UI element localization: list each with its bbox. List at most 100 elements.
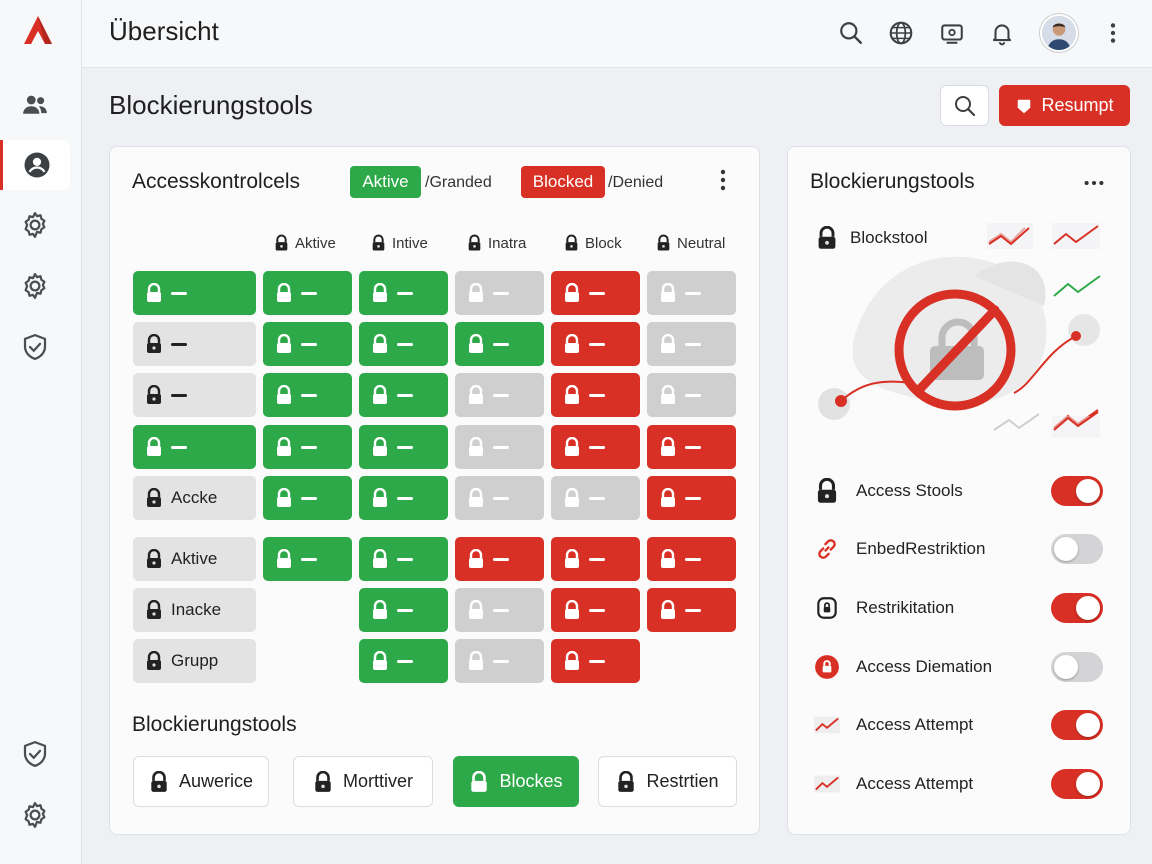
access-cell[interactable] [455, 425, 544, 469]
access-cell[interactable] [359, 271, 448, 315]
tool-setting-toggle[interactable] [1051, 710, 1103, 740]
access-cell[interactable] [359, 639, 448, 683]
tool-setting-toggle[interactable] [1051, 534, 1103, 564]
access-cell[interactable] [455, 537, 544, 581]
access-cell[interactable] [263, 373, 352, 417]
access-cell[interactable] [551, 373, 640, 417]
lock-icon [563, 549, 581, 569]
access-cell[interactable] [647, 476, 736, 520]
app-logo-icon[interactable] [22, 14, 54, 48]
table-row-label-cell[interactable]: Grupp [133, 639, 256, 683]
resume-button[interactable]: Resumpt [999, 85, 1130, 126]
avatar[interactable] [1040, 14, 1078, 52]
lock-icon [371, 234, 386, 252]
dash-mark [397, 659, 413, 663]
lock-icon [656, 234, 671, 252]
table-row-label-cell[interactable] [133, 322, 256, 366]
access-cell[interactable] [263, 322, 352, 366]
tool-setting-row: Access Attempt [814, 766, 973, 802]
column-header-label: Inatra [488, 234, 527, 252]
access-cell[interactable] [551, 537, 640, 581]
dash-mark [589, 557, 605, 561]
table-row-label-cell[interactable] [133, 373, 256, 417]
header-more-button[interactable] [1096, 16, 1130, 50]
access-cell[interactable] [551, 322, 640, 366]
access-cell[interactable] [455, 639, 544, 683]
access-card-menu-button[interactable] [718, 167, 728, 199]
access-cell[interactable] [263, 537, 352, 581]
dash-mark [685, 393, 701, 397]
access-cell[interactable] [359, 322, 448, 366]
access-cell[interactable] [359, 537, 448, 581]
sidebar-item-security[interactable] [0, 322, 70, 372]
access-cell[interactable] [359, 476, 448, 520]
tool-setting-toggle[interactable] [1051, 593, 1103, 623]
dash-mark [301, 291, 317, 295]
tool-setting-toggle[interactable] [1051, 652, 1103, 682]
access-cell[interactable] [455, 476, 544, 520]
sidebar-item-profile[interactable] [0, 140, 70, 190]
lock-icon [659, 600, 677, 620]
header-notifications-button[interactable] [985, 16, 1019, 50]
table-row-label-cell[interactable]: Accke [133, 476, 256, 520]
access-cell[interactable] [359, 425, 448, 469]
dash-mark [685, 496, 701, 500]
access-cell[interactable] [263, 425, 352, 469]
link-icon [818, 539, 836, 559]
tool-filter-button[interactable]: Auwerice [133, 756, 269, 807]
row-label: Inacke [171, 600, 222, 619]
more-vertical-icon [720, 169, 726, 191]
tool-setting-row: Access Stools [814, 473, 963, 509]
header-screen-button[interactable] [935, 16, 969, 50]
tool-filter-button[interactable]: Blockes [453, 756, 579, 807]
lock-icon [145, 651, 163, 671]
lock-icon [371, 283, 389, 303]
tool-filter-button[interactable]: Restrtien [598, 756, 737, 807]
access-cell[interactable] [455, 588, 544, 632]
access-cell[interactable] [647, 271, 736, 315]
tool-setting-toggle[interactable] [1051, 769, 1103, 799]
toggle-knob [1054, 655, 1078, 679]
access-cell[interactable] [359, 588, 448, 632]
header-search-button[interactable] [834, 16, 868, 50]
shield-check-icon [20, 332, 50, 362]
toggle-knob [1076, 772, 1100, 796]
row-label: Accke [171, 488, 218, 507]
tool-setting-toggle[interactable] [1051, 476, 1103, 506]
access-cell[interactable] [455, 271, 544, 315]
access-cell[interactable] [647, 537, 736, 581]
access-cell[interactable] [647, 322, 736, 366]
access-cell[interactable] [263, 271, 352, 315]
sidebar-item-preferences[interactable] [0, 790, 70, 840]
tools-card-menu-button[interactable] [1082, 168, 1106, 194]
sidebar-item-settings-2[interactable] [0, 261, 70, 311]
table-row-label-cell[interactable]: Inacke [133, 588, 256, 632]
access-cell[interactable] [647, 373, 736, 417]
lock-icon [659, 385, 677, 405]
table-row-label-cell[interactable]: Aktive [133, 537, 256, 581]
sidebar-item-users[interactable] [0, 80, 70, 130]
access-cell[interactable] [647, 588, 736, 632]
sidebar-item-settings[interactable] [0, 200, 70, 250]
access-cell[interactable] [551, 425, 640, 469]
table-row-label-cell[interactable] [133, 271, 256, 315]
header-language-button[interactable] [884, 16, 918, 50]
tool-filter-button[interactable]: Morttiver [293, 756, 433, 807]
settings-icon [20, 210, 50, 240]
access-cell[interactable] [359, 373, 448, 417]
lock-icon [371, 600, 389, 620]
lock-icon [371, 488, 389, 508]
sidebar-item-security-2[interactable] [0, 729, 70, 779]
access-cell[interactable] [551, 639, 640, 683]
access-cell[interactable] [263, 476, 352, 520]
access-cell[interactable] [551, 271, 640, 315]
toggle-knob [1076, 713, 1100, 737]
access-cell[interactable] [647, 425, 736, 469]
lock-icon [467, 385, 485, 405]
access-cell[interactable] [551, 588, 640, 632]
access-cell[interactable] [455, 322, 544, 366]
page-search-button[interactable] [940, 85, 989, 126]
access-cell[interactable] [455, 373, 544, 417]
access-cell[interactable] [551, 476, 640, 520]
table-row-label-cell[interactable] [133, 425, 256, 469]
